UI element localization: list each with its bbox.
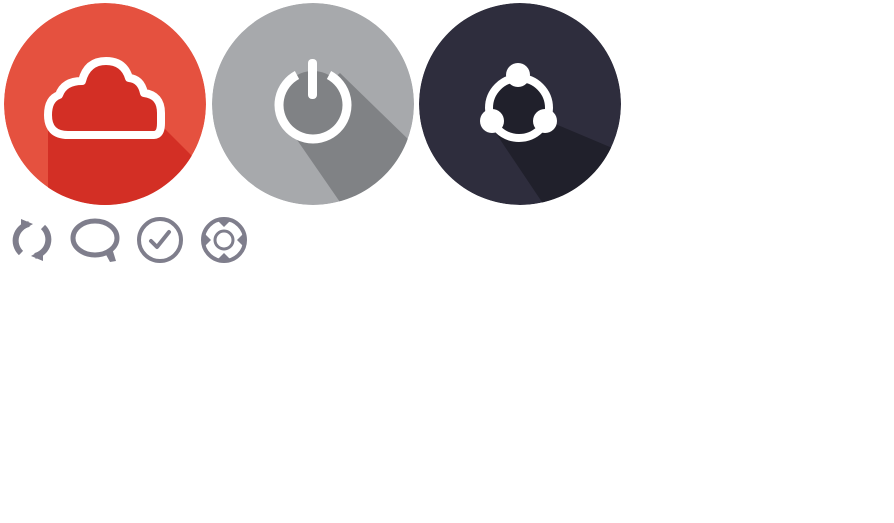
check-circle-icon [135, 215, 185, 265]
refresh-icon [7, 215, 57, 265]
chat-bubble-icon [70, 215, 120, 265]
share-icon [419, 3, 621, 205]
crosshair-icon [199, 215, 249, 265]
cloud-icon [4, 3, 206, 205]
power-icon [212, 3, 414, 205]
